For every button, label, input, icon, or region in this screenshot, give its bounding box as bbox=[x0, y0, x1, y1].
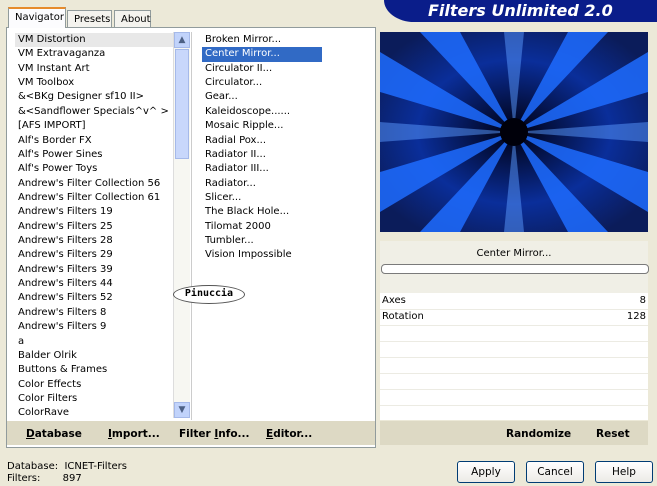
preview-filter-name: Center Mirror... bbox=[476, 248, 552, 259]
filter-list-item[interactable]: Radial Pox... bbox=[202, 134, 322, 148]
scroll-up-arrow-icon[interactable]: ▲ bbox=[174, 32, 190, 48]
category-list-item[interactable]: Andrew's Filters 8 bbox=[15, 306, 173, 320]
category-list-item[interactable]: a bbox=[15, 335, 173, 349]
param-row-empty bbox=[380, 357, 648, 374]
category-list-item[interactable]: Alf's Power Sines bbox=[15, 148, 173, 162]
filter-list-item[interactable]: Slicer... bbox=[202, 191, 322, 205]
help-button[interactable]: Help bbox=[595, 461, 653, 483]
category-list-item[interactable]: Andrew's Filters 9 bbox=[15, 320, 173, 334]
apply-button[interactable]: Apply bbox=[457, 461, 515, 483]
progress-track bbox=[381, 264, 649, 274]
filter-list-item[interactable]: Circulator II... bbox=[202, 62, 322, 76]
category-list-item[interactable]: Buttons & Frames bbox=[15, 363, 173, 377]
scroll-down-arrow-icon[interactable]: ▼ bbox=[174, 402, 190, 418]
filter-list-item[interactable]: Vision Impossible bbox=[202, 248, 322, 262]
category-list-item[interactable]: VM Toolbox bbox=[15, 76, 173, 90]
param-row-empty bbox=[380, 389, 648, 406]
category-list-item[interactable]: Andrew's Filters 29 bbox=[15, 248, 173, 262]
param-row-empty bbox=[380, 325, 648, 342]
category-list-item[interactable]: Balder Olrik bbox=[15, 349, 173, 363]
category-list-item[interactable]: Andrew's Filters 52 bbox=[15, 291, 173, 305]
parameter-grid[interactable]: Axes 8 Rotation 128 bbox=[380, 293, 648, 420]
filter-list-item[interactable]: Broken Mirror... bbox=[202, 33, 322, 47]
category-list[interactable]: VM Distortion VM Extravaganza VM Instant A… bbox=[15, 33, 173, 420]
category-list-item[interactable]: [AFS IMPORT] bbox=[15, 119, 173, 133]
tab-navigator[interactable]: Navigator bbox=[8, 7, 66, 28]
filter-list-item[interactable]: The Black Hole... bbox=[202, 205, 322, 219]
category-list-item[interactable]: Andrew's Filters 25 bbox=[15, 220, 173, 234]
filter-list-item[interactable]: Kaleidoscope...... bbox=[202, 105, 322, 119]
category-list-item[interactable]: Color Effects bbox=[15, 378, 173, 392]
category-list-item[interactable]: Andrew's Filter Collection 56 bbox=[15, 177, 173, 191]
category-list-item[interactable]: VM Extravaganza bbox=[15, 47, 173, 61]
category-list-item[interactable]: Alf's Power Toys bbox=[15, 162, 173, 176]
list-divider bbox=[191, 32, 192, 420]
category-list-item[interactable]: &<Sandflower Specials^v^ > bbox=[15, 105, 173, 119]
category-list-item[interactable]: &<BKg Designer sf10 II> bbox=[15, 90, 173, 104]
filter-list[interactable]: Broken Mirror... Center Mirror... Circulat… bbox=[202, 33, 322, 273]
watermark-pinuccia: Pinuccia bbox=[173, 285, 245, 304]
category-list-item[interactable]: VM Distortion bbox=[15, 33, 173, 48]
filter-list-item[interactable]: Tumbler... bbox=[202, 234, 322, 248]
status-database: Database: ICNET-Filters bbox=[7, 461, 127, 472]
param-row-empty bbox=[380, 341, 648, 358]
filter-preview-image bbox=[380, 32, 648, 232]
randomize-button[interactable]: Randomize bbox=[506, 428, 571, 440]
cancel-button[interactable]: Cancel bbox=[526, 461, 584, 483]
category-list-item[interactable]: Andrew's Filter Collection 61 bbox=[15, 191, 173, 205]
filter-list-item[interactable]: Radiator... bbox=[202, 177, 322, 191]
import-button[interactable]: Import... bbox=[108, 428, 160, 440]
tab-presets[interactable]: Presets bbox=[67, 10, 112, 27]
filter-list-item[interactable]: Center Mirror... bbox=[202, 47, 322, 62]
category-list-item[interactable]: Alf's Border FX bbox=[15, 134, 173, 148]
param-row-axes[interactable]: Axes 8 bbox=[380, 293, 648, 310]
tab-about[interactable]: About bbox=[114, 10, 151, 27]
database-button[interactable]: Database bbox=[26, 428, 82, 440]
filter-list-item[interactable]: Tilomat 2000 bbox=[202, 220, 322, 234]
filter-list-item[interactable]: Circulator... bbox=[202, 76, 322, 90]
category-list-item[interactable]: Color Filters bbox=[15, 392, 173, 406]
category-list-item[interactable]: ColorRave bbox=[15, 406, 173, 420]
filter-list-item[interactable]: Radiator II... bbox=[202, 148, 322, 162]
scroll-thumb[interactable] bbox=[175, 49, 189, 159]
filter-info-button[interactable]: Filter Info... bbox=[179, 428, 250, 440]
param-row-rotation[interactable]: Rotation 128 bbox=[380, 309, 648, 326]
filter-list-item[interactable]: Radiator III... bbox=[202, 162, 322, 176]
reset-button[interactable]: Reset bbox=[596, 428, 630, 440]
category-list-item[interactable]: Andrew's Filters 28 bbox=[15, 234, 173, 248]
category-list-item[interactable]: Andrew's Filters 39 bbox=[15, 263, 173, 277]
filter-list-item[interactable]: Mosaic Ripple... bbox=[202, 119, 322, 133]
filter-list-item[interactable]: Gear... bbox=[202, 90, 322, 104]
editor-button[interactable]: Editor... bbox=[266, 428, 312, 440]
app-title: Filters Unlimited 2.0 bbox=[428, 1, 613, 20]
category-list-item[interactable]: Andrew's Filters 44 bbox=[15, 277, 173, 291]
category-list-item[interactable]: VM Instant Art bbox=[15, 62, 173, 76]
status-filters: Filters: 897 bbox=[7, 473, 82, 484]
param-row-empty bbox=[380, 373, 648, 390]
category-scrollbar[interactable]: ▲ ▼ bbox=[173, 32, 190, 418]
category-list-item[interactable]: Andrew's Filters 19 bbox=[15, 205, 173, 219]
